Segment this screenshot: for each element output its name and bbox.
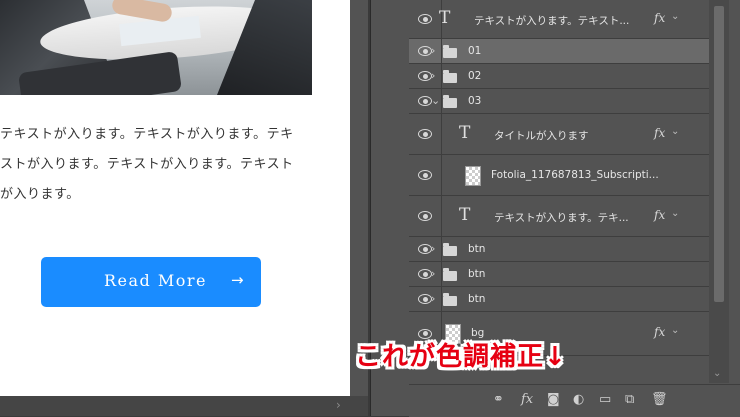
layer-name: 02 (468, 69, 482, 82)
layer-name: btn (468, 242, 486, 255)
body-text-line: テキストが入ります。テキストが入ります。テキ (0, 127, 294, 142)
chevron-right-icon[interactable]: › (431, 44, 435, 57)
layer-name: 03 (468, 94, 482, 107)
folder-icon (443, 292, 457, 306)
read-more-button[interactable]: Read More → (41, 257, 261, 307)
fx-icon[interactable]: fx (654, 126, 665, 140)
chevron-down-icon[interactable]: ⌄ (431, 94, 440, 107)
layer-row[interactable]: T タイトルが入ります fx ⌄ (409, 114, 709, 155)
link-icon[interactable]: ⚭ (493, 392, 504, 407)
layer-row[interactable]: › btn (409, 262, 709, 287)
layer-name: タイトルが入ります (494, 129, 589, 142)
visibility-eye-icon[interactable] (409, 64, 442, 88)
layer-row[interactable]: ⌄ 03 (409, 89, 709, 114)
chevron-right-icon[interactable]: › (431, 292, 435, 305)
body-text-line: が入ります。 (0, 187, 80, 202)
layer-name: Fotolia_117687813_Subscripti... (491, 168, 659, 181)
mask-icon[interactable]: ◙ (547, 392, 560, 407)
visibility-eye-icon[interactable] (409, 262, 442, 286)
fx-icon[interactable]: fx (521, 392, 533, 407)
trash-icon[interactable]: 🗑 (651, 392, 668, 407)
chevron-right-icon[interactable]: › (336, 398, 341, 412)
adjustment-icon[interactable]: ◐ (573, 392, 584, 407)
text-layer-icon: T (459, 204, 471, 225)
layer-row[interactable]: › btn (409, 287, 709, 312)
chevron-right-icon[interactable]: › (431, 267, 435, 280)
layer-name: btn (468, 267, 486, 280)
folder-icon (443, 94, 457, 108)
layer-row[interactable]: Fotolia_117687813_Subscripti... (409, 155, 709, 196)
fx-icon[interactable]: fx (654, 11, 665, 25)
chevron-down-icon[interactable]: ⌄ (671, 11, 679, 22)
visibility-eye-icon[interactable] (409, 287, 442, 311)
layer-thumbnail-icon (465, 165, 481, 186)
fx-icon[interactable]: fx (654, 325, 665, 339)
layer-name: テキストが入ります。テキスト... (474, 14, 630, 27)
chevron-right-icon[interactable]: › (431, 242, 435, 255)
layer-name: 01 (468, 44, 482, 57)
layers-scrollbar[interactable]: ⌄ (709, 0, 729, 383)
visibility-eye-icon[interactable] (409, 237, 442, 261)
layers-toolbar: ⚭ fx ◙ ◐ ▭ ⧉ 🗑 (409, 384, 740, 417)
chevron-down-icon[interactable]: ⌄ (671, 126, 679, 137)
layer-row[interactable]: › 02 (409, 64, 709, 89)
visibility-eye-icon[interactable] (409, 39, 442, 63)
annotation-label: これが色調補正↓ (355, 342, 567, 372)
new-layer-icon[interactable]: ⧉ (625, 392, 634, 407)
scrollbar-thumb[interactable] (714, 6, 724, 302)
chevron-down-icon[interactable]: ⌄ (671, 325, 679, 336)
layer-name: btn (468, 292, 486, 305)
chevron-right-icon[interactable]: › (431, 69, 435, 82)
read-more-label: Read More (104, 271, 208, 290)
business-meeting-photo (0, 0, 312, 95)
layer-name: テキストが入ります。テキ... (494, 211, 629, 224)
visibility-eye-icon[interactable] (409, 114, 442, 154)
folder-icon (443, 69, 457, 83)
folder-icon (443, 44, 457, 58)
folder-icon[interactable]: ▭ (599, 392, 611, 407)
fx-icon[interactable]: fx (654, 208, 665, 222)
arrow-right-icon: → (231, 271, 244, 289)
chevron-down-icon[interactable]: ⌄ (713, 368, 721, 379)
layers-list[interactable]: T テキストが入ります。テキスト... fx ⌄ › 01 › 02 ⌄ 03 T タイトルが入ります… (409, 0, 709, 383)
document-canvas[interactable]: テキストが入ります。テキストが入ります。テキ ストが入ります。テキストが入ります… (0, 0, 350, 396)
text-layer-icon: T (439, 7, 451, 28)
horizontal-scrollbar[interactable]: › (0, 396, 368, 416)
text-layer-icon: T (459, 122, 471, 143)
layer-row[interactable]: › 01 (409, 39, 709, 64)
layer-row[interactable]: › btn (409, 237, 709, 262)
folder-icon (443, 267, 457, 281)
layer-row[interactable]: T テキストが入ります。テキスト... fx ⌄ (409, 0, 709, 39)
chevron-down-icon[interactable]: ⌄ (671, 208, 679, 219)
visibility-eye-icon[interactable] (409, 0, 442, 38)
body-text-line: ストが入ります。テキストが入ります。テキスト (0, 157, 294, 172)
folder-icon (443, 242, 457, 256)
layer-row[interactable]: T テキストが入ります。テキ... fx ⌄ (409, 196, 709, 237)
visibility-eye-icon[interactable] (409, 155, 442, 195)
visibility-eye-icon[interactable] (409, 196, 442, 236)
